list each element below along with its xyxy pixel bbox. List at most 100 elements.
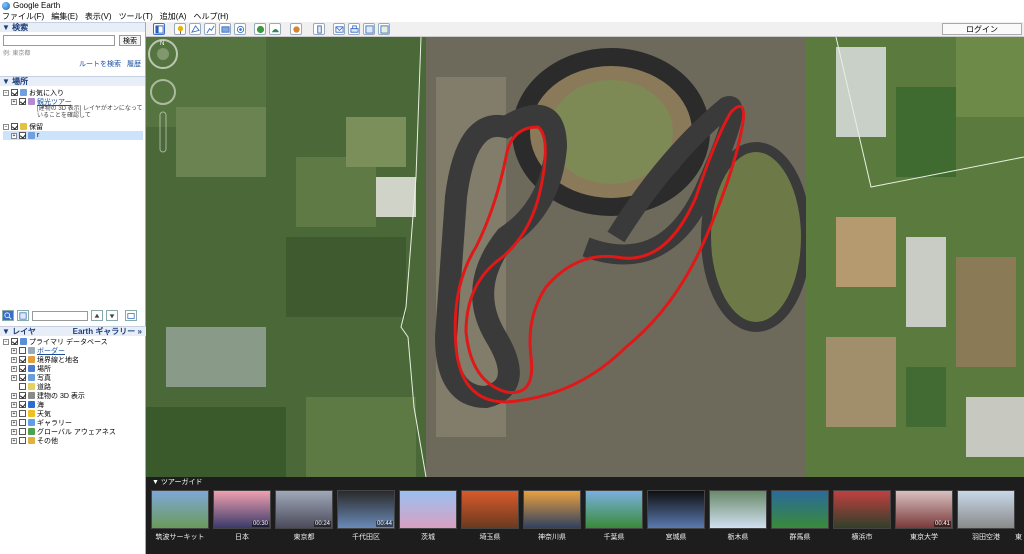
tour-label[interactable]: 千代田区 [337,532,395,542]
primary-database-row[interactable]: − プライマリ データベース [3,337,144,346]
tour-label[interactable]: 埼玉県 [461,532,519,542]
add-placemark-button[interactable] [174,23,186,35]
view-options-button[interactable] [125,310,137,321]
expand-icon[interactable]: + [11,365,17,372]
save-image-button[interactable] [363,23,375,35]
menu-file[interactable]: ファイル(F) [2,11,44,22]
tour-label[interactable]: 東京都 [275,532,333,542]
collapse-icon[interactable]: − [3,338,9,345]
tour-thumbnail[interactable] [647,490,705,529]
layer-row[interactable]: + その他 [11,436,144,445]
route-search-link[interactable]: ルートを検索 [79,59,121,69]
tour-checkbox[interactable] [19,98,26,105]
google-maps-button[interactable] [378,23,390,35]
tour-label[interactable]: 羽田空港 [957,532,1015,542]
tour-thumbnail[interactable]: 00:24 [275,490,333,529]
record-tour-button[interactable] [234,23,246,35]
layer-checkbox[interactable] [19,392,26,399]
move-up-button[interactable] [91,310,103,321]
layer-row[interactable]: + 海 [11,400,144,409]
tour-row[interactable]: + 観光ツアー [3,97,143,106]
sun-button[interactable] [269,23,281,35]
expand-icon[interactable]: + [11,401,17,408]
tour-label[interactable]: 神奈川県 [523,532,581,542]
add-path-button[interactable] [204,23,216,35]
menu-help[interactable]: ヘルプ(H) [193,11,228,22]
tour-label[interactable]: 横浜市 [833,532,891,542]
expand-icon[interactable]: + [11,347,17,354]
expand-icon[interactable]: + [11,410,17,417]
add-overlay-button[interactable] [219,23,231,35]
tour-thumbnail[interactable] [833,490,891,529]
tour-label[interactable]: 栃木県 [709,532,767,542]
ruler-button[interactable] [313,23,325,35]
expand-icon[interactable]: + [11,132,17,139]
tour-label[interactable]: 東 [1015,532,1022,542]
places-filter-input[interactable] [32,310,88,321]
layer-row[interactable]: + 写真 [11,373,144,382]
places-root-checkbox[interactable] [11,89,18,96]
tour-thumbnail[interactable] [151,490,209,529]
temp-places-row[interactable]: − 保留 [3,122,143,131]
tour-label[interactable]: 茨城 [399,532,457,542]
tour-label[interactable]: 日本 [213,532,271,542]
tour-thumbnail[interactable]: 00:30 [213,490,271,529]
login-button[interactable]: ログイン [942,23,1022,35]
tour-label[interactable]: 宮城県 [647,532,705,542]
collapse-icon[interactable]: − [3,123,9,130]
layer-row[interactable]: + 天気 [11,409,144,418]
print-button[interactable] [348,23,360,35]
tour-thumbnail[interactable]: 00:41 [895,490,953,529]
layer-checkbox[interactable] [19,428,26,435]
temp-child-checkbox[interactable] [19,132,26,139]
planets-button[interactable] [290,23,302,35]
layer-row[interactable]: + 境界線と地名 [11,355,144,364]
add-polygon-button[interactable] [189,23,201,35]
layer-checkbox[interactable] [19,410,26,417]
history-link[interactable]: 履歴 [127,59,141,69]
earth-gallery-button[interactable]: Earth ギャラリー [73,327,136,336]
tour-thumbnail[interactable] [523,490,581,529]
sidebar-toggle-button[interactable] [153,23,165,35]
search-places-button[interactable] [2,310,14,321]
tour-thumbnail[interactable] [399,490,457,529]
expand-icon[interactable]: + [11,356,17,363]
places-root-row[interactable]: − お気に入り [3,88,143,97]
expand-icon[interactable]: + [11,428,17,435]
layers-panel-header[interactable]: ▼ レイヤ Earth ギャラリー » [0,326,146,336]
layer-checkbox[interactable] [19,401,26,408]
layer-row[interactable]: + 建物の 3D 表示 [11,391,144,400]
collapse-icon[interactable]: − [3,89,9,96]
layer-checkbox[interactable] [19,383,26,390]
layer-row[interactable]: + 場所 [11,364,144,373]
tour-thumbnail[interactable] [709,490,767,529]
expand-icon[interactable]: + [11,374,17,381]
temp-child-row[interactable]: + r [3,131,143,140]
layer-checkbox[interactable] [19,365,26,372]
tour-thumbnail[interactable] [461,490,519,529]
expand-icon[interactable]: + [11,419,17,426]
tour-thumbnail[interactable] [771,490,829,529]
navigation-controls[interactable]: N [146,37,180,157]
historical-imagery-button[interactable] [254,23,266,35]
tour-thumbnail[interactable]: 00:44 [337,490,395,529]
layer-checkbox[interactable] [19,374,26,381]
tour-label[interactable]: 東京大学 [895,532,953,542]
primary-database-checkbox[interactable] [11,338,18,345]
layer-row[interactable]: + グローバル アウェアネス [11,427,144,436]
map-viewport[interactable]: N [146,37,1024,477]
panel-toggle-button[interactable] [17,310,29,321]
layer-checkbox[interactable] [19,419,26,426]
tour-guide-header[interactable]: ▼ ツアーガイド [146,477,1024,487]
tour-thumbnail[interactable] [957,490,1015,529]
tour-thumbnail[interactable] [585,490,643,529]
tour-label[interactable]: 千葉県 [585,532,643,542]
temp-places-checkbox[interactable] [11,123,18,130]
search-button[interactable]: 検索 [119,35,141,46]
expand-icon[interactable]: + [11,392,17,399]
search-input[interactable] [3,35,115,46]
places-panel-header[interactable]: ▼ 場所 [0,76,145,86]
menu-add[interactable]: 追加(A) [160,11,187,22]
tour-link[interactable]: 観光ツアー [37,97,72,107]
layer-checkbox[interactable] [19,437,26,444]
